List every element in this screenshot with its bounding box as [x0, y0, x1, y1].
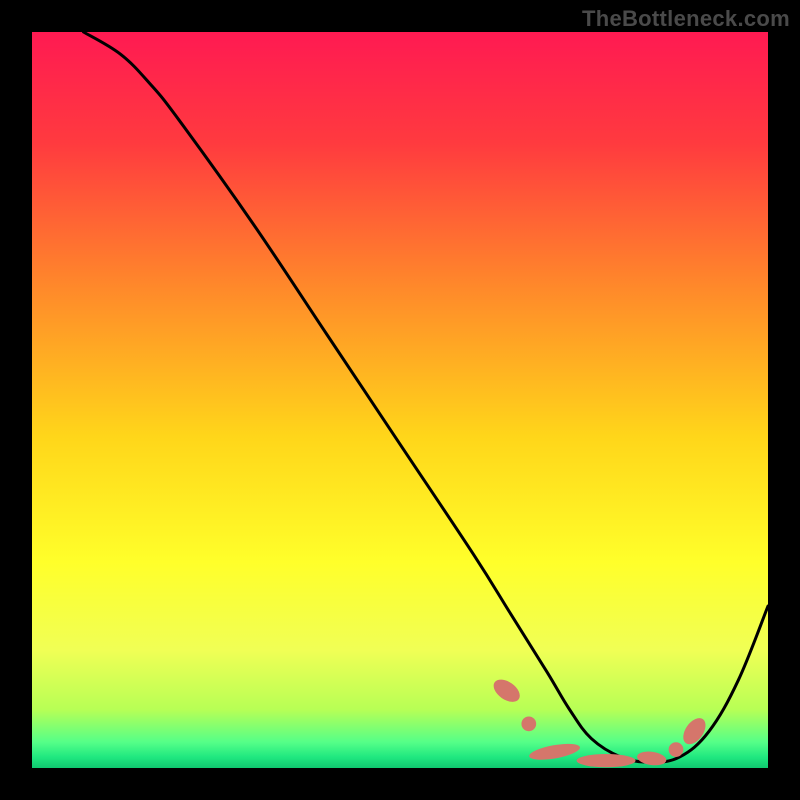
chart-canvas: [0, 0, 800, 800]
plot-background: [32, 32, 768, 768]
curve-marker: [521, 716, 536, 731]
curve-marker: [577, 754, 636, 767]
chart-frame: TheBottleneck.com: [0, 0, 800, 800]
watermark-text: TheBottleneck.com: [582, 6, 790, 32]
curve-marker: [669, 742, 684, 757]
